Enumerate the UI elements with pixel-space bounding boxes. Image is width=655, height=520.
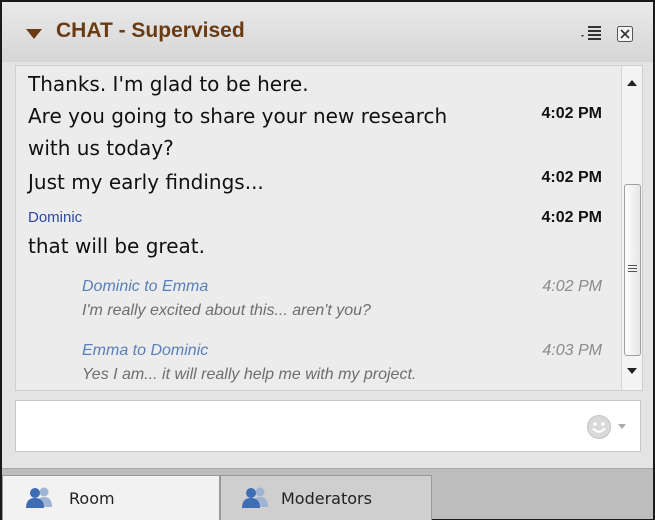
- close-icon[interactable]: [617, 26, 633, 42]
- chat-panel: CHAT - Supervised Thanks. I'm glad to be…: [0, 0, 655, 520]
- tab-room[interactable]: Room: [2, 475, 220, 520]
- private-message-text: Yes I am... it will really help me with …: [82, 366, 417, 383]
- menu-icon[interactable]: [580, 24, 602, 42]
- collapse-arrow-icon[interactable]: [26, 29, 42, 39]
- tab-moderators-label: Moderators: [281, 489, 372, 508]
- private-message-text: I'm really excited about this... aren't …: [82, 302, 371, 319]
- people-icon: [26, 487, 52, 508]
- private-message-header: Dominic to Emma: [82, 278, 209, 295]
- tab-moderators[interactable]: Moderators: [220, 475, 432, 520]
- message-sender: Dominic: [28, 209, 83, 226]
- scroll-up-arrow-icon[interactable]: [627, 80, 637, 86]
- smiley-icon[interactable]: [586, 414, 612, 440]
- message-list[interactable]: Thanks. I'm glad to be here. Are you goi…: [15, 65, 643, 391]
- emoji-dropdown-arrow-icon[interactable]: [618, 424, 626, 429]
- message-timestamp: 4:02 PM: [541, 209, 602, 226]
- private-message-timestamp: 4:02 PM: [542, 278, 602, 295]
- message-text: Thanks. I'm glad to be here.: [28, 72, 309, 96]
- private-message-header: Emma to Dominic: [82, 342, 209, 359]
- people-icon: [242, 487, 268, 508]
- chat-input[interactable]: [22, 409, 586, 443]
- grip-line: [628, 268, 637, 269]
- tab-bar: Room Moderators: [2, 468, 653, 520]
- chat-input-box[interactable]: [15, 400, 641, 452]
- scroll-thumb[interactable]: [624, 184, 641, 356]
- message-timestamp: 4:02 PM: [541, 105, 602, 122]
- message-text: Are you going to share your new research: [28, 104, 448, 128]
- chat-header: CHAT - Supervised: [2, 2, 653, 62]
- grip-line: [628, 265, 637, 266]
- message-scrollbar[interactable]: [621, 66, 642, 390]
- chat-title: CHAT - Supervised: [56, 19, 245, 42]
- message-text: Just my early findings...: [28, 170, 264, 194]
- message-text: that will be great.: [28, 234, 205, 258]
- message-timestamp: 4:02 PM: [541, 169, 602, 186]
- tab-room-label: Room: [69, 489, 115, 508]
- grip-line: [628, 271, 637, 272]
- scroll-down-arrow-icon[interactable]: [627, 368, 637, 374]
- message-text: with us today?: [28, 136, 174, 160]
- private-message-timestamp: 4:03 PM: [542, 342, 602, 359]
